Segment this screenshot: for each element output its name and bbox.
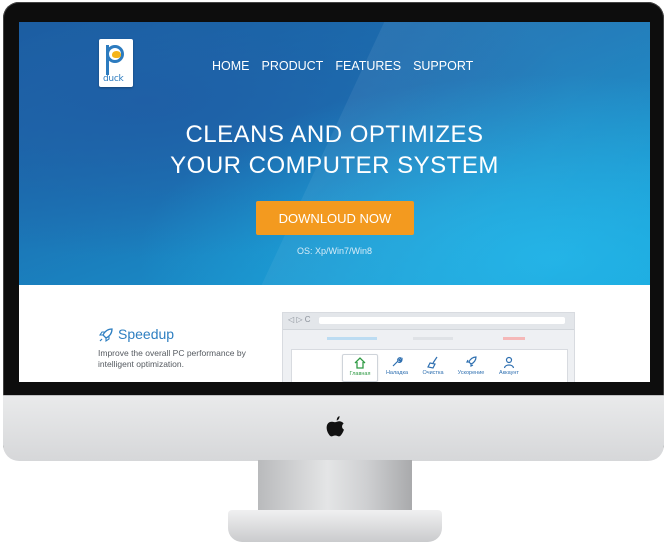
hero-headline: CLEANS AND OPTIMIZES YOUR COMPUTER SYSTE… (19, 119, 650, 181)
wrench-icon (392, 357, 403, 367)
download-button[interactable]: DOWNLOUD NOW (256, 201, 414, 235)
monitor-frame: duck HOME PRODUCT FEATURES SUPPORT CLEAN… (3, 2, 664, 460)
feature-description: Improve the overall PC performance by in… (98, 348, 246, 369)
preview-tab-label: Наладка (385, 370, 409, 376)
app-preview: ◁ ▷ C Главная Наладка Очистка Ускорение … (282, 312, 575, 382)
rocket-icon (466, 356, 477, 367)
preview-tab-account: Аккаунт (492, 354, 526, 380)
preview-placeholder-bar (327, 337, 377, 340)
preview-tab-label: Очистка (422, 370, 444, 376)
brand-logo[interactable]: duck (99, 39, 133, 87)
feature-title: Speedup (118, 326, 175, 342)
preview-tab-label: Ускорение (457, 370, 485, 376)
nav-item-home[interactable]: HOME (212, 59, 250, 73)
user-icon (503, 356, 515, 369)
preview-tab-home: Главная (342, 354, 378, 382)
headline-line-1: CLEANS AND OPTIMIZES (185, 121, 484, 148)
home-icon (354, 357, 366, 369)
headline-line-2: YOUR COMPUTER SYSTEM (170, 152, 499, 179)
preview-nav-arrows: ◁ ▷ C (288, 315, 311, 324)
monitor-screen: duck HOME PRODUCT FEATURES SUPPORT CLEAN… (19, 22, 650, 382)
preview-placeholder-bar (413, 337, 453, 340)
preview-tab-bar: Главная Наладка Очистка Ускорение Аккаун… (291, 349, 568, 382)
nav-item-product[interactable]: PRODUCT (262, 59, 324, 73)
main-nav: HOME PRODUCT FEATURES SUPPORT (212, 59, 473, 73)
hero-section: duck HOME PRODUCT FEATURES SUPPORT CLEAN… (19, 22, 650, 285)
nav-item-support[interactable]: SUPPORT (413, 59, 473, 73)
preview-toolbar: ◁ ▷ C (283, 313, 574, 330)
preview-tab-label: Главная (349, 371, 371, 377)
nav-item-features[interactable]: FEATURES (335, 59, 401, 73)
rocket-icon (98, 328, 113, 343)
apple-logo-icon (326, 416, 344, 437)
preview-tab-cleanup: Очистка (416, 354, 450, 380)
broom-icon (427, 356, 438, 369)
preview-tab-label: Аккаунт (499, 370, 519, 376)
monitor-stand-base (228, 510, 442, 542)
logo-text: duck (103, 74, 124, 84)
preview-placeholder-bar (503, 337, 525, 340)
os-requirements: OS: Xp/Win7/Win8 (296, 246, 373, 256)
features-section: Speedup Improve the overall PC performan… (19, 285, 650, 382)
preview-tab-tuning: Наладка (380, 354, 414, 380)
preview-address-bar (319, 317, 565, 324)
duck-icon (112, 51, 121, 58)
preview-tab-speedup: Ускорение (454, 354, 488, 380)
